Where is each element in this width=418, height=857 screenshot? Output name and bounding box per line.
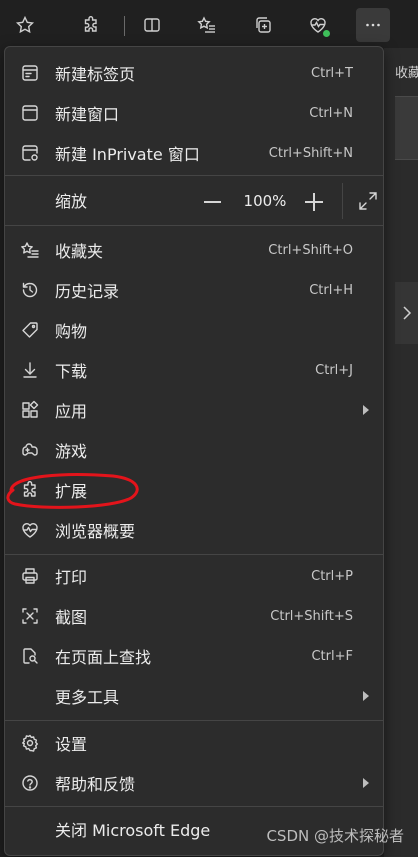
status-dot xyxy=(323,30,330,37)
menu-item-browser-essentials[interactable]: 浏览器概要 xyxy=(5,510,383,550)
browser-essentials-icon[interactable] xyxy=(301,8,335,42)
menu-item-label: 打印 xyxy=(55,568,88,587)
menu-item-label: 在页面上查找 xyxy=(55,648,152,667)
menu-item-label: 购物 xyxy=(55,322,88,341)
find-icon xyxy=(20,646,40,666)
menu-item-help[interactable]: 帮助和反馈 xyxy=(5,763,383,803)
menu-item-find[interactable]: 在页面上查找 Ctrl+F xyxy=(5,636,383,676)
watermark: CSDN @技术探秘者 xyxy=(266,827,404,845)
menu-item-shortcut: Ctrl+Shift+S xyxy=(270,608,353,624)
favorites-star-icon[interactable] xyxy=(8,8,42,42)
chevron-right-icon xyxy=(363,691,369,701)
new-window-icon xyxy=(20,103,40,123)
new-tab-icon xyxy=(20,63,40,83)
background-next-button[interactable] xyxy=(395,282,418,344)
settings-menu: 新建标签页 Ctrl+T 新建窗口 Ctrl+N 新建 InPrivate 窗口… xyxy=(4,46,384,856)
menu-divider xyxy=(5,175,383,176)
inprivate-icon xyxy=(20,143,40,163)
download-icon xyxy=(20,360,40,380)
more-icon[interactable] xyxy=(356,8,390,42)
background-bar xyxy=(395,96,418,160)
menu-item-history[interactable]: 历史记录 Ctrl+H xyxy=(5,270,383,310)
expand-icon xyxy=(359,192,377,210)
menu-divider xyxy=(5,225,383,226)
menu-item-settings[interactable]: 设置 xyxy=(5,723,383,763)
menu-item-new-window[interactable]: 新建窗口 Ctrl+N xyxy=(5,93,383,133)
background-tab-text: 收藏 xyxy=(395,66,418,81)
browser-essentials-icon xyxy=(20,520,40,540)
zoom-in-button[interactable] xyxy=(301,189,327,215)
menu-item-label: 新建窗口 xyxy=(55,105,120,124)
menu-item-label: 更多工具 xyxy=(55,688,120,707)
apps-icon xyxy=(20,400,40,420)
gear-icon xyxy=(20,733,40,753)
menu-divider xyxy=(5,554,383,555)
print-icon xyxy=(20,566,40,586)
browser-toolbar xyxy=(0,0,418,48)
games-icon xyxy=(20,440,40,460)
shopping-tag-icon xyxy=(20,320,40,340)
collections-icon[interactable] xyxy=(246,8,280,42)
history-icon xyxy=(20,280,40,300)
menu-item-favorites[interactable]: 收藏夹 Ctrl+Shift+O xyxy=(5,230,383,270)
split-screen-icon[interactable] xyxy=(135,8,169,42)
menu-item-apps[interactable]: 应用 xyxy=(5,390,383,430)
menu-item-shortcut: Ctrl+N xyxy=(309,105,353,121)
menu-item-label: 截图 xyxy=(55,608,88,627)
menu-item-label: 游戏 xyxy=(55,442,88,461)
page-background xyxy=(384,48,418,857)
favorites-icon xyxy=(20,240,40,260)
zoom-out-button[interactable] xyxy=(199,189,225,215)
menu-item-label: 历史记录 xyxy=(55,282,120,301)
zoom-level: 100% xyxy=(243,192,287,210)
menu-item-label: 新建标签页 xyxy=(55,65,136,84)
menu-item-label: 新建 InPrivate 窗口 xyxy=(55,145,200,164)
zoom-separator xyxy=(342,183,343,219)
menu-item-shopping[interactable]: 购物 xyxy=(5,310,383,350)
menu-item-shortcut: Ctrl+H xyxy=(309,282,353,298)
menu-item-shortcut: Ctrl+F xyxy=(311,648,353,664)
screenshot-icon xyxy=(20,606,40,626)
menu-item-label: 缩放 xyxy=(55,192,88,211)
menu-item-label: 应用 xyxy=(55,402,88,421)
chevron-right-icon xyxy=(363,778,369,788)
menu-item-shortcut: Ctrl+Shift+N xyxy=(268,145,353,161)
menu-item-label: 关闭 Microsoft Edge xyxy=(55,821,211,840)
menu-item-label: 帮助和反馈 xyxy=(55,775,136,794)
menu-item-shortcut: Ctrl+T xyxy=(311,65,353,81)
chevron-right-icon xyxy=(363,405,369,415)
menu-divider xyxy=(5,806,383,807)
menu-item-extensions[interactable]: 扩展 xyxy=(5,470,383,510)
help-icon xyxy=(20,773,40,793)
fullscreen-button[interactable] xyxy=(357,190,379,212)
menu-item-shortcut: Ctrl+Shift+O xyxy=(268,242,353,258)
menu-item-downloads[interactable]: 下载 Ctrl+J xyxy=(5,350,383,390)
favorites-list-icon[interactable] xyxy=(190,8,224,42)
menu-item-new-inprivate[interactable]: 新建 InPrivate 窗口 Ctrl+Shift+N xyxy=(5,133,383,173)
menu-item-new-tab[interactable]: 新建标签页 Ctrl+T xyxy=(5,53,383,93)
chevron-right-icon xyxy=(402,306,411,320)
menu-item-print[interactable]: 打印 Ctrl+P xyxy=(5,556,383,596)
extensions-icon xyxy=(20,480,40,500)
toolbar-separator xyxy=(124,16,125,36)
menu-item-label: 下载 xyxy=(55,362,88,381)
menu-item-games[interactable]: 游戏 xyxy=(5,430,383,470)
menu-item-label: 收藏夹 xyxy=(55,242,104,261)
menu-item-shortcut: Ctrl+P xyxy=(311,568,353,584)
menu-item-label: 扩展 xyxy=(55,482,88,501)
extensions-icon[interactable] xyxy=(74,8,108,42)
minus-icon xyxy=(203,201,221,203)
menu-item-label: 浏览器概要 xyxy=(55,522,136,541)
menu-item-screenshot[interactable]: 截图 Ctrl+Shift+S xyxy=(5,596,383,636)
menu-item-more-tools[interactable]: 更多工具 xyxy=(5,676,383,716)
menu-item-label: 设置 xyxy=(55,735,88,754)
menu-divider xyxy=(5,720,383,721)
menu-item-shortcut: Ctrl+J xyxy=(315,362,353,378)
